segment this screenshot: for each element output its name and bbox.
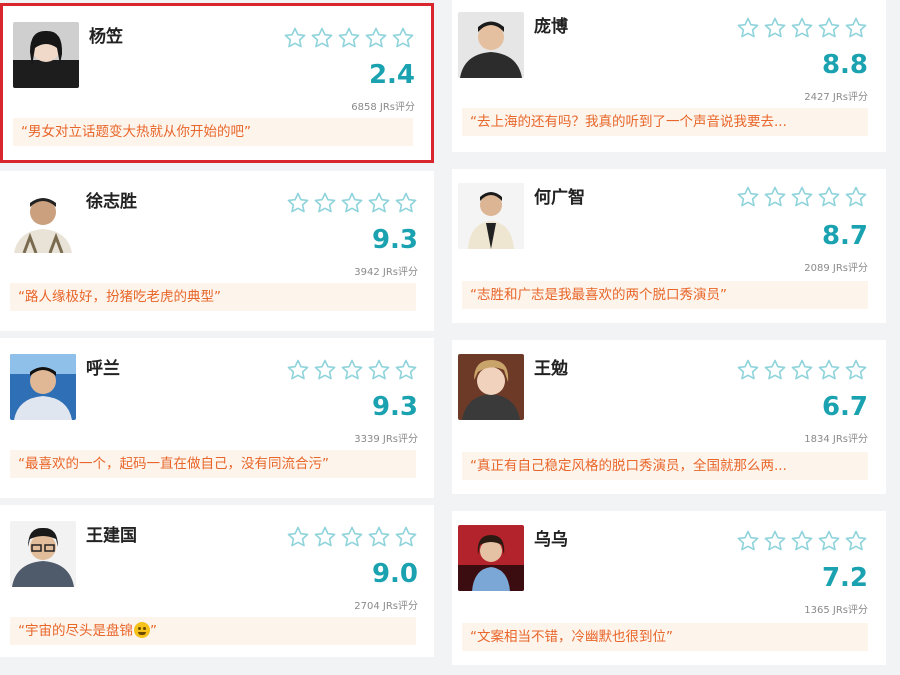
star-outline-icon[interactable] — [367, 358, 391, 382]
comedian-card-yangli[interactable]: 杨笠 2.4 6858 JRs评分 “男女对立话题变大热就从你开始的吧” — [0, 3, 434, 163]
star-rating[interactable] — [286, 358, 418, 382]
rating-count: 3942 JRs评分 — [354, 267, 418, 278]
comedian-name: 徐志胜 — [86, 192, 137, 212]
star-rating[interactable] — [286, 525, 418, 549]
star-outline-icon[interactable] — [313, 525, 337, 549]
comedian-card-heguangzhi[interactable]: 何广智 8.7 2089 JRs评分 “志胜和广志是我最喜欢的两个脱口秀演员” — [452, 169, 886, 323]
star-outline-icon[interactable] — [763, 529, 787, 553]
star-outline-icon[interactable] — [790, 185, 814, 209]
avatar — [10, 187, 76, 253]
star-outline-icon[interactable] — [790, 16, 814, 40]
top-comment[interactable]: “志胜和广志是我最喜欢的两个脱口秀演员” — [462, 281, 868, 309]
score: 9.3 — [371, 225, 418, 255]
score: 2.4 — [368, 60, 415, 90]
score: 9.0 — [371, 559, 418, 589]
star-outline-icon[interactable] — [313, 358, 337, 382]
star-outline-icon[interactable] — [817, 185, 841, 209]
star-outline-icon[interactable] — [736, 16, 760, 40]
avatar — [10, 354, 76, 420]
star-rating[interactable] — [286, 191, 418, 215]
top-comment[interactable]: “宇宙的尽头是盘锦 ” — [10, 617, 416, 645]
star-outline-icon[interactable] — [367, 525, 391, 549]
star-outline-icon[interactable] — [394, 191, 418, 215]
top-comment[interactable]: “去上海的还有吗？我真的听到了一个声音说我要去... — [462, 108, 868, 136]
grinning-emoji-icon — [134, 622, 150, 638]
star-outline-icon[interactable] — [364, 26, 388, 50]
star-outline-icon[interactable] — [340, 191, 364, 215]
avatar — [458, 354, 524, 420]
star-outline-icon[interactable] — [340, 358, 364, 382]
comedian-card-wangmian[interactable]: 王勉 6.7 1834 JRs评分 “真正有自己稳定风格的脱口秀演员，全国就那么… — [452, 340, 886, 494]
star-outline-icon[interactable] — [736, 358, 760, 382]
comedian-card-pangbo[interactable]: 庞博 8.8 2427 JRs评分 “去上海的还有吗？我真的听到了一个声音说我要… — [452, 0, 886, 152]
comedian-name: 乌乌 — [534, 530, 568, 550]
star-outline-icon[interactable] — [844, 16, 868, 40]
star-outline-icon[interactable] — [736, 529, 760, 553]
comedian-name: 王勉 — [534, 359, 568, 379]
star-outline-icon[interactable] — [313, 191, 337, 215]
star-rating[interactable] — [283, 26, 415, 50]
star-outline-icon[interactable] — [394, 358, 418, 382]
comedian-card-hulan[interactable]: 呼兰 9.3 3339 JRs评分 “最喜欢的一个，起码一直在做自己，没有同流合… — [0, 338, 434, 498]
comedian-card-wuwu[interactable]: 乌乌 7.2 1365 JRs评分 “文案相当不错，冷幽默也很到位” — [452, 511, 886, 665]
rating-count: 1834 JRs评分 — [804, 434, 868, 445]
comedian-name: 王建国 — [86, 526, 137, 546]
comment-closing-quote: ” — [150, 623, 157, 639]
star-rating[interactable] — [736, 185, 868, 209]
star-outline-icon[interactable] — [394, 525, 418, 549]
rating-count: 2427 JRs评分 — [804, 92, 868, 103]
score: 6.7 — [821, 392, 868, 422]
star-outline-icon[interactable] — [817, 358, 841, 382]
score: 7.2 — [821, 563, 868, 593]
star-outline-icon[interactable] — [763, 16, 787, 40]
avatar — [10, 521, 76, 587]
star-outline-icon[interactable] — [340, 525, 364, 549]
comedian-card-xuzhisheng[interactable]: 徐志胜 9.3 3942 JRs评分 “路人缘极好，扮猪吃老虎的典型” — [0, 171, 434, 331]
score: 9.3 — [371, 392, 418, 422]
star-rating[interactable] — [736, 529, 868, 553]
star-outline-icon[interactable] — [817, 16, 841, 40]
avatar — [13, 22, 79, 88]
star-outline-icon[interactable] — [391, 26, 415, 50]
rating-count: 2704 JRs评分 — [354, 601, 418, 612]
comment-text: “宇宙的尽头是盘锦 — [18, 623, 133, 639]
star-outline-icon[interactable] — [844, 529, 868, 553]
star-outline-icon[interactable] — [310, 26, 334, 50]
star-outline-icon[interactable] — [367, 191, 391, 215]
comedian-name: 何广智 — [534, 188, 585, 208]
star-outline-icon[interactable] — [286, 191, 310, 215]
comedian-name: 杨笠 — [89, 27, 123, 47]
star-outline-icon[interactable] — [844, 185, 868, 209]
star-outline-icon[interactable] — [790, 358, 814, 382]
score: 8.8 — [821, 50, 868, 80]
star-outline-icon[interactable] — [844, 358, 868, 382]
comedian-name: 呼兰 — [86, 359, 120, 379]
avatar — [458, 12, 524, 78]
star-outline-icon[interactable] — [337, 26, 361, 50]
comedian-card-wangjianguo[interactable]: 王建国 9.0 2704 JRs评分 “宇宙的尽头是盘锦 ” — [0, 505, 434, 657]
top-comment[interactable]: “男女对立话题变大热就从你开始的吧” — [13, 118, 413, 146]
rating-count: 1365 JRs评分 — [804, 605, 868, 616]
top-comment[interactable]: “文案相当不错，冷幽默也很到位” — [462, 623, 868, 651]
star-outline-icon[interactable] — [736, 185, 760, 209]
star-outline-icon[interactable] — [286, 358, 310, 382]
star-outline-icon[interactable] — [763, 358, 787, 382]
star-outline-icon[interactable] — [763, 185, 787, 209]
rating-count: 2089 JRs评分 — [804, 263, 868, 274]
star-rating[interactable] — [736, 358, 868, 382]
rating-count: 3339 JRs评分 — [354, 434, 418, 445]
top-comment[interactable]: “最喜欢的一个，起码一直在做自己，没有同流合污” — [10, 450, 416, 478]
star-rating[interactable] — [736, 16, 868, 40]
top-comment[interactable]: “路人缘极好，扮猪吃老虎的典型” — [10, 283, 416, 311]
avatar — [458, 183, 524, 249]
star-outline-icon[interactable] — [817, 529, 841, 553]
star-outline-icon[interactable] — [790, 529, 814, 553]
avatar — [458, 525, 524, 591]
star-outline-icon[interactable] — [286, 525, 310, 549]
top-comment[interactable]: “真正有自己稳定风格的脱口秀演员，全国就那么两... — [462, 452, 868, 480]
rating-count: 6858 JRs评分 — [351, 102, 415, 113]
star-outline-icon[interactable] — [283, 26, 307, 50]
score: 8.7 — [821, 221, 868, 251]
comedian-name: 庞博 — [534, 17, 568, 37]
